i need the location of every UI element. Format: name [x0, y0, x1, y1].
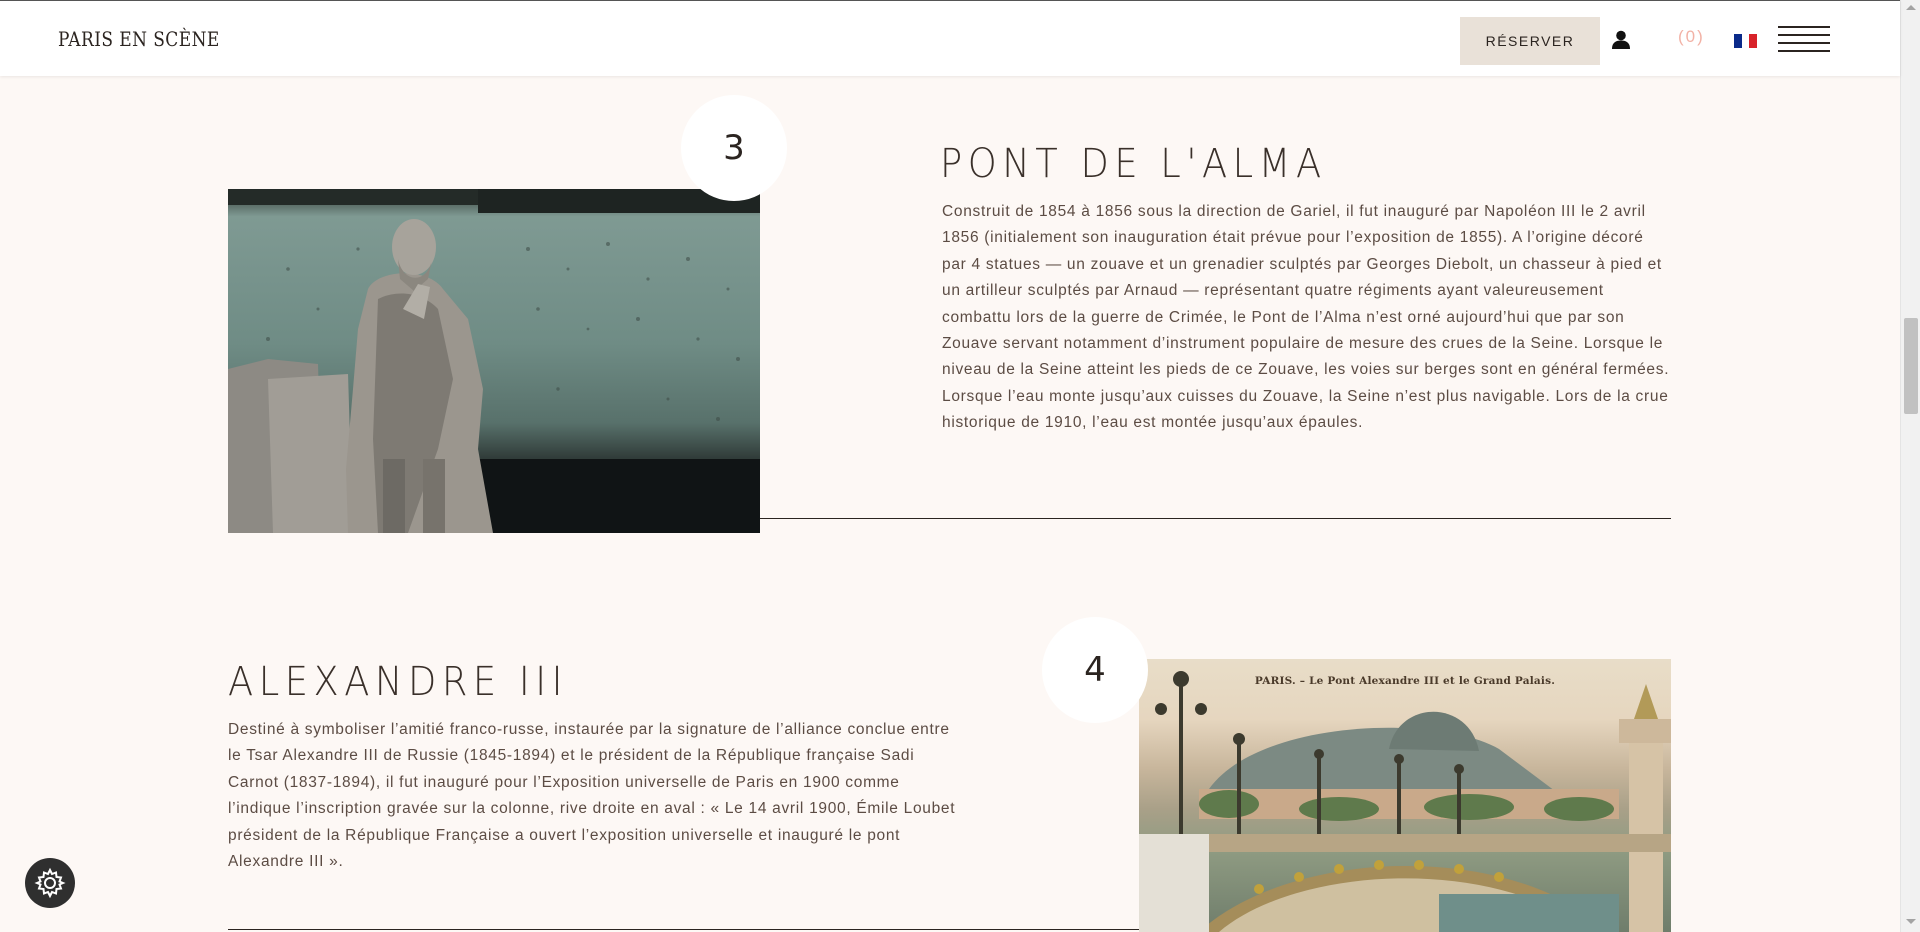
- page-scrollbar[interactable]: [1900, 0, 1920, 932]
- reserve-button[interactable]: RÉSERVER: [1460, 17, 1600, 65]
- scroll-down-arrow-icon[interactable]: [1906, 919, 1916, 924]
- section-description: Destiné à symboliser l’amitié franco-rus…: [228, 721, 956, 871]
- pont-alexandre-iii-postcard: PARIS. – Le Pont Alexandre III et le Gra…: [1139, 659, 1671, 932]
- section-divider: [760, 518, 1671, 519]
- postcard-caption: PARIS. – Le Pont Alexandre III et le Gra…: [1254, 675, 1556, 687]
- user-icon[interactable]: [1611, 30, 1631, 50]
- section-number-badge: 4: [1042, 617, 1148, 723]
- hamburger-menu-icon[interactable]: [1778, 25, 1830, 55]
- scrollbar-thumb[interactable]: [1904, 318, 1918, 414]
- zouave-statue-photo: [228, 189, 760, 533]
- cart-count[interactable]: (0): [1678, 27, 1705, 47]
- section-number-badge: 3: [681, 95, 787, 201]
- section-divider: [228, 929, 1139, 930]
- section-title: ALEXANDRE III: [228, 659, 569, 705]
- site-header: PARIS EN SCÈNE RÉSERVER (0): [0, 0, 1900, 76]
- section-title: PONT DE L'ALMA: [940, 141, 1327, 187]
- cookie-settings-button[interactable]: [25, 858, 75, 908]
- scroll-up-arrow-icon[interactable]: [1906, 5, 1916, 10]
- flag-fr-icon[interactable]: [1734, 34, 1758, 48]
- section-description: Construit de 1854 à 1856 sous la directi…: [942, 203, 1670, 432]
- gear-icon: [34, 867, 66, 899]
- site-logo[interactable]: PARIS EN SCÈNE: [58, 27, 220, 51]
